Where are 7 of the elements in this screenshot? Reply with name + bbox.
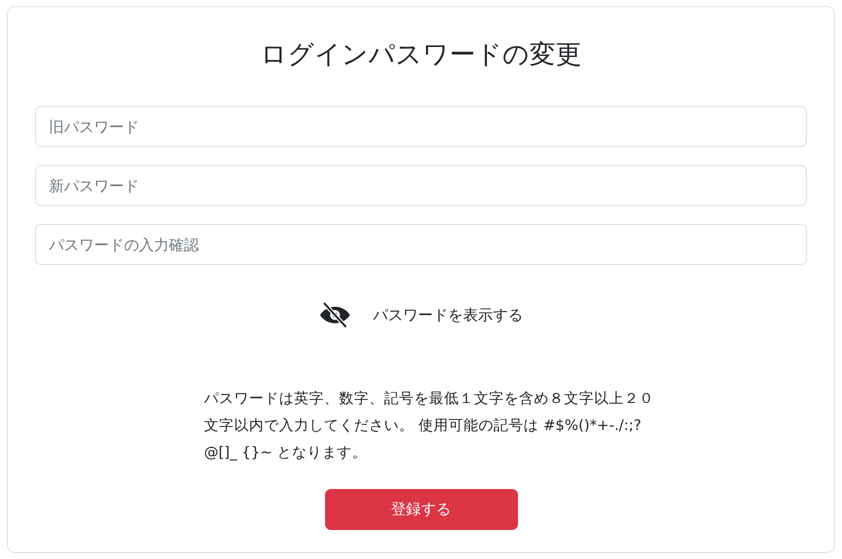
- password-field[interactable]: 新パスワード: [35, 165, 807, 206]
- page-title: ログインパスワードの変更: [260, 39, 582, 72]
- password-field[interactable]: パスワードの入力確認: [35, 224, 807, 265]
- password-field[interactable]: 旧パスワード: [35, 106, 807, 147]
- password-rules-text: パスワードは英字、数字、記号を最低１文字を含め８文字以上２０文字以内で入力してください。 使用可能の記号は #$%()*+-./:;?@[]_ {}~ となります。: [204, 390, 654, 463]
- register-button[interactable]: 登録する: [324, 489, 518, 530]
- show-password-toggle[interactable]: パスワードを表示する: [319, 302, 523, 328]
